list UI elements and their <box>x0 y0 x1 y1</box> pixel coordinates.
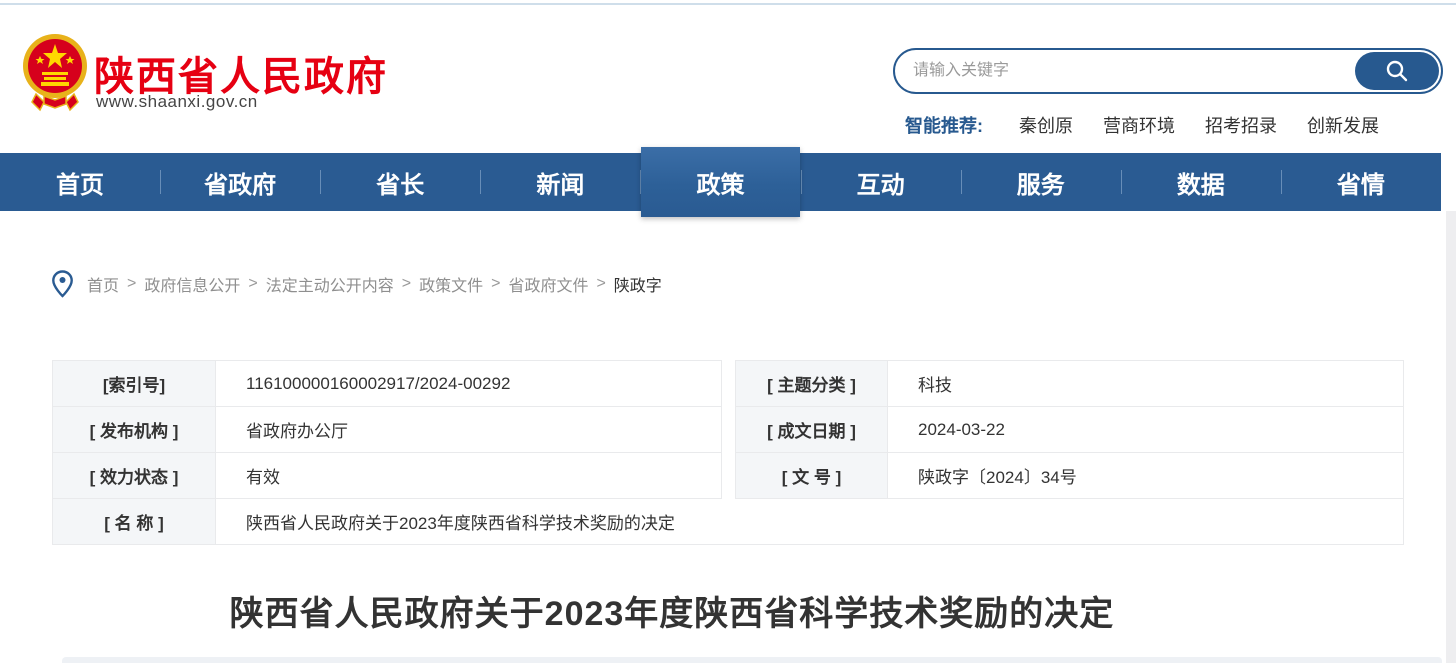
scrollbar[interactable] <box>1446 211 1456 663</box>
site-url: www.shaanxi.gov.cn <box>96 92 258 112</box>
recommend-label: 智能推荐: <box>905 112 983 138</box>
recommend-link-innovation[interactable]: 创新发展 <box>1307 112 1379 138</box>
search-input[interactable] <box>913 52 1333 90</box>
meta-value-issue-date: 2024-03-22 <box>888 407 1404 453</box>
location-pin-icon <box>52 270 73 298</box>
national-emblem-logo <box>22 32 88 112</box>
nav-item-province-info[interactable]: 省情 <box>1281 153 1441 211</box>
breadcrumb-info-disclosure[interactable]: 政府信息公开 <box>144 272 240 296</box>
document-metadata-table: [索引号] 116100000160002917/2024-00292 [ 发布… <box>52 360 1404 545</box>
meta-value-validity-status: 有效 <box>216 453 722 499</box>
metadata-right-table: [ 主题分类 ] 科技 [ 成文日期 ] 2024-03-22 [ 文 号 ] … <box>735 360 1404 499</box>
smart-recommend-bar: 智能推荐: 秦创原 营商环境 招考招录 创新发展 <box>905 112 1409 138</box>
breadcrumb-separator: > <box>491 275 500 293</box>
nav-item-governor[interactable]: 省长 <box>320 153 480 211</box>
breadcrumb-home[interactable]: 首页 <box>87 272 119 296</box>
nav-item-home[interactable]: 首页 <box>0 153 160 211</box>
meta-value-topic-category: 科技 <box>888 361 1404 407</box>
search-icon <box>1384 58 1410 84</box>
main-nav: 首页 省政府 省长 新闻 政策 互动 服务 数据 省情 <box>0 153 1441 211</box>
meta-label-issue-date: [ 成文日期 ] <box>736 407 888 453</box>
nav-item-provincial-govt[interactable]: 省政府 <box>160 153 320 211</box>
meta-label-document-number: [ 文 号 ] <box>736 453 888 499</box>
meta-label-document-name: [ 名 称 ] <box>53 499 216 545</box>
recommend-link-recruitment[interactable]: 招考招录 <box>1205 112 1277 138</box>
breadcrumb-current: 陕政字 <box>614 272 662 296</box>
meta-value-issuing-agency: 省政府办公厅 <box>216 407 722 453</box>
meta-value-document-name: 陕西省人民政府关于2023年度陕西省科学技术奖励的决定 <box>216 499 1404 545</box>
nav-item-interaction[interactable]: 互动 <box>801 153 961 211</box>
nav-item-data[interactable]: 数据 <box>1121 153 1281 211</box>
breadcrumb-provincial-documents[interactable]: 省政府文件 <box>508 272 588 296</box>
search-box <box>893 48 1443 94</box>
meta-label-validity-status: [ 效力状态 ] <box>53 453 216 499</box>
breadcrumb-separator: > <box>248 275 257 293</box>
breadcrumb-policy-documents[interactable]: 政策文件 <box>419 272 483 296</box>
meta-value-document-number: 陕政字〔2024〕34号 <box>888 453 1404 499</box>
metadata-name-row: [ 名 称 ] 陕西省人民政府关于2023年度陕西省科学技术奖励的决定 <box>52 499 1404 545</box>
breadcrumb-separator: > <box>127 275 136 293</box>
breadcrumb-separator: > <box>402 275 411 293</box>
document-title: 陕西省人民政府关于2023年度陕西省科学技术奖励的决定 <box>52 586 1292 635</box>
top-accent-line <box>0 3 1456 5</box>
metadata-gap <box>722 360 735 499</box>
content-box-top-edge <box>62 657 1442 663</box>
nav-item-news[interactable]: 新闻 <box>480 153 640 211</box>
metadata-left-table: [索引号] 116100000160002917/2024-00292 [ 发布… <box>52 360 722 499</box>
meta-label-topic-category: [ 主题分类 ] <box>736 361 888 407</box>
search-button[interactable] <box>1355 52 1439 90</box>
breadcrumb-statutory-content[interactable]: 法定主动公开内容 <box>266 272 394 296</box>
recommend-link-business-env[interactable]: 营商环境 <box>1103 112 1175 138</box>
recommend-link-qinchuangyuan[interactable]: 秦创原 <box>1019 112 1073 138</box>
meta-value-index-number: 116100000160002917/2024-00292 <box>216 361 722 407</box>
breadcrumb: 首页 > 政府信息公开 > 法定主动公开内容 > 政策文件 > 省政府文件 > … <box>52 270 662 298</box>
breadcrumb-separator: > <box>596 275 605 293</box>
meta-label-issuing-agency: [ 发布机构 ] <box>53 407 216 453</box>
nav-item-services[interactable]: 服务 <box>961 153 1121 211</box>
nav-item-policy[interactable]: 政策 <box>640 153 800 211</box>
meta-label-index-number: [索引号] <box>53 361 216 407</box>
